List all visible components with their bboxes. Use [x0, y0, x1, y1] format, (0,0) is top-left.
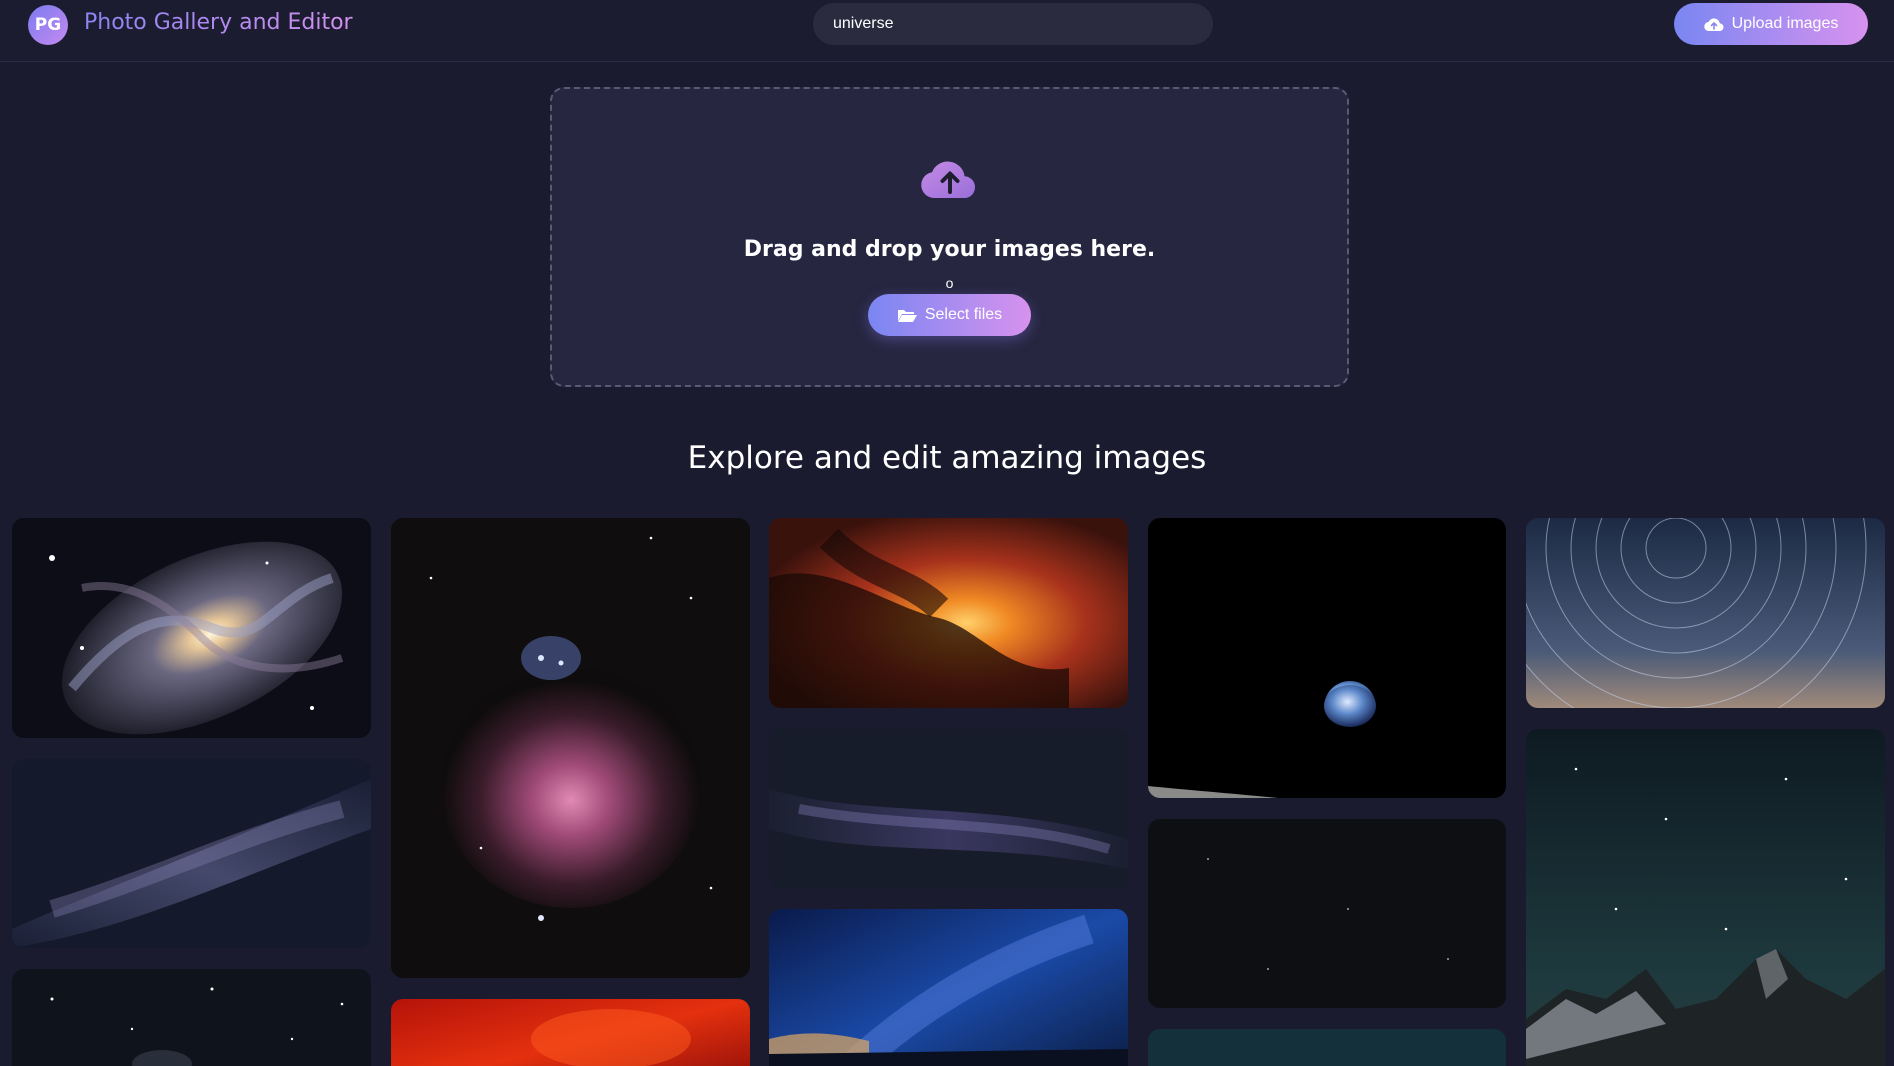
- select-files-button[interactable]: Select files: [868, 294, 1031, 336]
- gallery-image-star-trails[interactable]: [1526, 518, 1885, 708]
- teal-night-sky-image: [1148, 1029, 1506, 1066]
- top-bar: PG Photo Gallery and Editor Upload image…: [0, 0, 1894, 62]
- select-files-label: Select files: [924, 306, 1003, 323]
- spiral-galaxy-image: [12, 518, 371, 738]
- blue-milky-way-image: [769, 909, 1128, 1066]
- drop-zone-heading: Drag and drop your images here.: [743, 237, 1156, 262]
- gallery-image-red-nebula[interactable]: [391, 999, 750, 1066]
- gallery-image-starry-night[interactable]: [12, 969, 371, 1066]
- app-title[interactable]: Photo Gallery and Editor: [84, 10, 353, 35]
- folder-open-icon: [897, 310, 917, 322]
- upload-images-button[interactable]: Upload images: [1674, 3, 1868, 45]
- fiery-nebula-image: [769, 518, 1128, 708]
- dark-star-field-image: [1148, 819, 1506, 1008]
- milky-way-image: [12, 759, 371, 948]
- cloud-upload-icon: [1703, 18, 1724, 32]
- star-trails-image: [1526, 518, 1885, 708]
- cloud-upload-icon: [921, 161, 975, 198]
- drop-zone[interactable]: Drag and drop your images here. o Select…: [550, 87, 1349, 387]
- gallery-image-milky-way-panorama[interactable]: [769, 729, 1128, 888]
- gallery-title: Explore and edit amazing images: [687, 440, 1207, 476]
- starry-mountains-image: [1526, 729, 1885, 1066]
- search-input[interactable]: [813, 3, 1213, 45]
- gallery-image-orion-nebula[interactable]: [391, 518, 750, 978]
- milky-way-panorama-image: [769, 729, 1128, 888]
- gallery-image-earthrise[interactable]: [1148, 518, 1506, 798]
- gallery-image-fiery-nebula[interactable]: [769, 518, 1128, 708]
- gallery-image-spiral-galaxy[interactable]: [12, 518, 371, 738]
- red-nebula-image: [391, 999, 750, 1066]
- starry-night-image: [12, 969, 371, 1066]
- upload-images-label: Upload images: [1731, 15, 1839, 32]
- gallery-image-starry-mountains[interactable]: [1526, 729, 1885, 1066]
- gallery-image-blue-milky-way[interactable]: [769, 909, 1128, 1066]
- orion-nebula-image: [391, 518, 750, 978]
- gallery-image-teal-night-sky[interactable]: [1148, 1029, 1506, 1066]
- gallery-image-milky-way[interactable]: [12, 759, 371, 948]
- earthrise-image: [1148, 518, 1506, 798]
- drop-zone-separator: o: [945, 275, 954, 291]
- gallery-image-dark-star-field[interactable]: [1148, 819, 1506, 1008]
- app-logo[interactable]: PG: [28, 5, 68, 45]
